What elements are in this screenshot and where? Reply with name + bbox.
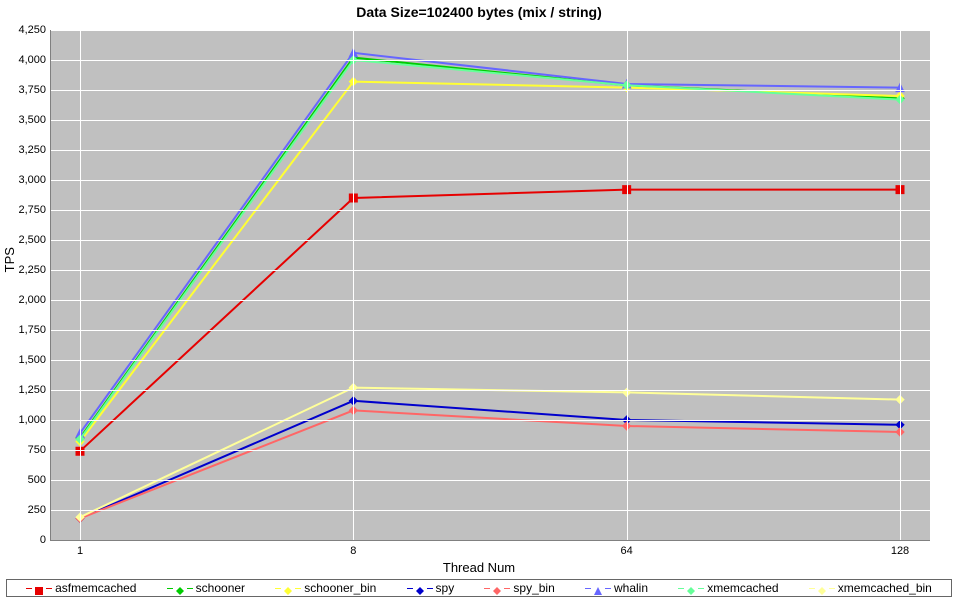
x-tick-label: 128 [891,545,909,557]
hgrid-line [50,90,930,91]
legend-item: spy [407,581,455,595]
x-axis-line [50,540,930,541]
vgrid-line [353,30,354,540]
x-tick-label: 8 [350,545,356,557]
hgrid-line [50,210,930,211]
hgrid-line [50,60,930,61]
legend-item: schooner_bin [275,581,376,595]
legend-line-icon [809,588,815,589]
legend-marker-icon [594,584,602,592]
legend-line-icon [295,588,301,589]
x-axis-label: Thread Num [0,560,958,575]
legend-item: whalin [585,581,648,595]
series-line [80,190,900,452]
chart-container: Data Size=102400 bytes (mix / string) TP… [0,0,958,599]
hgrid-line [50,300,930,301]
legend-marker-icon [416,584,424,592]
hgrid-line [50,240,930,241]
y-tick-label: 750 [6,444,46,456]
hgrid-line [50,150,930,151]
legend-line-icon [275,588,281,589]
legend-line-icon [26,588,32,589]
legend-label: xmemcached [707,581,778,595]
legend-marker-icon [284,584,292,592]
legend-label: schooner [196,581,245,595]
hgrid-line [50,180,930,181]
y-tick-label: 2,250 [6,264,46,276]
y-tick-label: 3,250 [6,144,46,156]
legend-line-icon [407,588,413,589]
hgrid-line [50,510,930,511]
hgrid-line [50,390,930,391]
legend-line-icon [187,588,193,589]
legend-item: xmemcached [678,581,778,595]
y-tick-label: 3,500 [6,114,46,126]
legend-item: schooner [167,581,245,595]
chart-title: Data Size=102400 bytes (mix / string) [0,4,958,20]
x-tick-label: 64 [621,545,633,557]
series-line [80,60,900,439]
legend-line-icon [698,588,704,589]
vgrid-line [80,30,81,540]
y-tick-label: 500 [6,474,46,486]
legend-marker-icon [493,584,501,592]
legend-line-icon [585,588,591,589]
legend-label: schooner_bin [304,581,376,595]
vgrid-line [900,30,901,540]
legend-line-icon [605,588,611,589]
y-tick-label: 1,750 [6,324,46,336]
hgrid-line [50,360,930,361]
y-tick-label: 250 [6,504,46,516]
legend-marker-icon [35,584,43,592]
hgrid-line [50,120,930,121]
legend-label: spy [436,581,455,595]
legend: asfmemcached schooner schooner_bin spy spy_b… [6,579,952,597]
chart-svg [50,30,930,540]
legend-label: asfmemcached [55,581,136,595]
plot-area [50,30,930,540]
y-tick-label: 0 [6,534,46,546]
y-tick-label: 2,000 [6,294,46,306]
y-tick-label: 3,750 [6,84,46,96]
series-line [80,388,900,518]
legend-item: asfmemcached [26,581,136,595]
legend-label: whalin [614,581,648,595]
y-tick-label: 1,500 [6,354,46,366]
hgrid-line [50,270,930,271]
hgrid-line [50,480,930,481]
legend-marker-icon [176,584,184,592]
y-tick-label: 1,250 [6,384,46,396]
y-axis-line [50,30,51,540]
y-tick-label: 4,000 [6,54,46,66]
legend-line-icon [829,588,835,589]
legend-label: spy_bin [513,581,554,595]
hgrid-line [50,30,930,31]
hgrid-line [50,330,930,331]
legend-line-icon [46,588,52,589]
series-line [80,58,900,438]
legend-item: spy_bin [484,581,554,595]
legend-line-icon [484,588,490,589]
y-tick-label: 4,250 [6,24,46,36]
legend-marker-icon [818,584,826,592]
legend-line-icon [504,588,510,589]
y-tick-label: 2,750 [6,204,46,216]
legend-marker-icon [687,584,695,592]
legend-line-icon [678,588,684,589]
y-tick-label: 1,000 [6,414,46,426]
series-line [80,53,900,433]
hgrid-line [50,420,930,421]
x-tick-label: 1 [77,545,83,557]
legend-line-icon [167,588,173,589]
vgrid-line [627,30,628,540]
y-tick-label: 3,000 [6,174,46,186]
y-tick-label: 2,500 [6,234,46,246]
legend-item: xmemcached_bin [809,581,932,595]
hgrid-line [50,450,930,451]
legend-line-icon [427,588,433,589]
legend-label: xmemcached_bin [838,581,932,595]
